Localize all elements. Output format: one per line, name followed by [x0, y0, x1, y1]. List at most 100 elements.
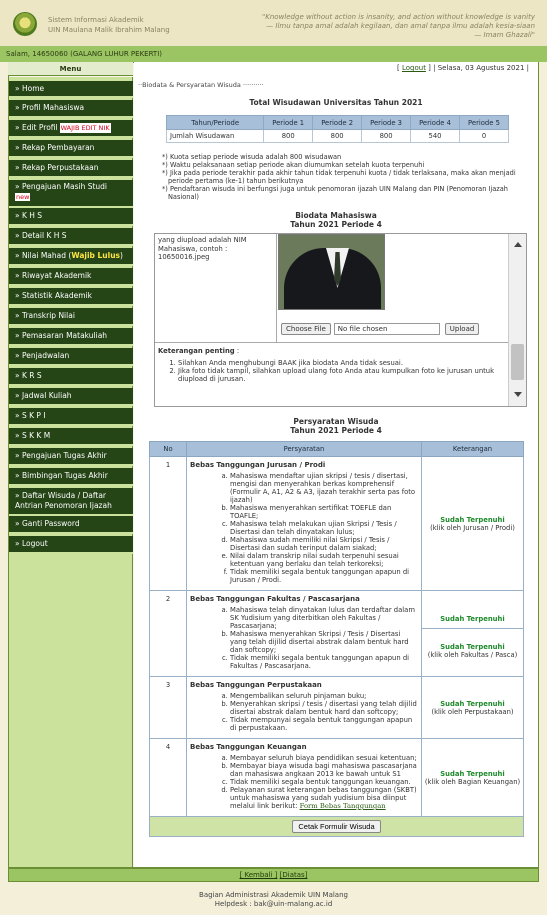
table-cell: 800 [361, 129, 412, 143]
breadcrumb: ··Biodata & Persyaratan Wisuda ·········… [138, 81, 264, 89]
requirement-item: Mengembalikan seluruh pinjaman buku; [230, 692, 417, 700]
top-link[interactable]: [Diatas] [280, 871, 308, 879]
sidebar-item-pengajuan-masih-studi[interactable]: » Pengajuan Masih Studi new [9, 180, 133, 208]
persyaratan-title-line2: Tahun 2021 Periode 4 [290, 426, 382, 435]
sidebar-item-statistik-akademik[interactable]: » Statistik Akademik [9, 288, 133, 306]
logout-link[interactable]: Logout [402, 64, 426, 72]
sidebar-item-home[interactable]: » Home [9, 81, 133, 98]
sidebar-item-penjadwalan[interactable]: » Penjadwalan [9, 348, 133, 366]
sidebar-item-profil-mahasiswa[interactable]: » Profil Mahasiswa [9, 100, 133, 118]
scroll-up-icon[interactable] [514, 242, 522, 247]
sidebar-item-nilai-mahad[interactable]: » Nilai Mahad (Wajib Lulus) [9, 248, 133, 266]
site-name-line2: UIN Maulana Malik Ibrahim Malang [48, 26, 170, 34]
sidebar-item-jadwal-kuliah[interactable]: » Jadwal Kuliah [9, 388, 133, 406]
biodata-scroll-box[interactable]: yang diupload adalah NIM Mahasiswa, cont… [154, 233, 527, 407]
requirement-item: Tidak memiliki segala bentuk tanggungan … [230, 654, 417, 670]
keterangan-item: Jika foto tidak tampil, silahkan upload … [178, 367, 506, 383]
quote-line3: — Imam Ghazali" [474, 31, 535, 39]
status-cell: Sudah Terpenuhi (klik oleh Bagian Keuang… [421, 738, 524, 817]
sidebar-item-pengajuan-tugas-akhir[interactable]: » Pengajuan Tugas Akhir [9, 448, 133, 466]
table-header: Periode 5 [458, 115, 510, 130]
bottom-nav: [ Kembali ] [Diatas] [8, 868, 539, 882]
sidebar-item-suffix: ) [120, 251, 123, 260]
sidebar-item-bimbingan-tugas-akhir[interactable]: » Bimbingan Tugas Akhir [9, 468, 133, 486]
status-cell: Sudah Terpenuhi Sudah Terpenuhi (klik ol… [421, 590, 524, 677]
breadcrumb-label: Biodata & Persyaratan Wisuda [142, 81, 241, 89]
table-header: Periode 4 [410, 115, 460, 130]
sidebar-item-transkrip-nilai[interactable]: » Transkrip Nilai [9, 308, 133, 326]
total-wisudawan-title: Total Wisudawan Universitas Tahun 2021 [249, 98, 423, 107]
sidebar-item-label: » S K P I [15, 411, 46, 420]
table-header: Keterangan [421, 441, 524, 457]
sidebar-item-label: » K H S [15, 211, 43, 220]
sidebar-item-krs[interactable]: » K R S [9, 368, 133, 386]
status-badge: Sudah Terpenuhi [440, 614, 505, 623]
sidebar-item-label: » Home [15, 83, 45, 93]
requirement-item: Mahasiswa menyerahkan sertifikat TOEFLE … [230, 504, 417, 520]
sidebar-item-ganti-password[interactable]: » Ganti Password [9, 516, 133, 534]
table-row: 2 Bebas Tanggungan Fakultas / Pascasarja… [149, 590, 524, 677]
status-badge: Sudah Terpenuhi [440, 769, 505, 778]
sidebar-item-label: » Daftar Wisuda / Daftar Antrian Penomor… [15, 491, 112, 510]
sidebar-item-pemasaran-matakuliah[interactable]: » Pemasaran Matakuliah [9, 328, 133, 346]
photo-instruction: yang diupload adalah NIM Mahasiswa, cont… [158, 236, 247, 261]
quota-notes: *) Kuota setiap periode wisuda adalah 80… [162, 153, 534, 201]
file-name-field: No file chosen [333, 323, 440, 335]
upload-button[interactable]: Upload [444, 323, 480, 335]
sidebar-item-label: » Edit Profil [15, 123, 58, 132]
form-bebas-tanggungan-link[interactable]: Form Bebas Tanggungan [300, 802, 386, 810]
sidebar-item-label: » Logout [15, 539, 48, 548]
requirement-title: Bebas Tanggungan Jurusan / Prodi [190, 461, 326, 469]
header-quote: "Knowledge without action is insanity, a… [235, 13, 535, 40]
table-row: Jumlah Wisudawan 800 800 800 540 0 [165, 129, 510, 143]
sidebar-item-label: » Pengajuan Masih Studi [15, 182, 108, 191]
sidebar-item-riwayat-akademik[interactable]: » Riwayat Akademik [9, 268, 133, 286]
keterangan-penting: Keterangan penting : Silahkan Anda mengh… [158, 347, 506, 383]
uin-logo [13, 12, 37, 36]
requirement-item: Mahasiswa telah melakukan ujian Skripsi … [230, 520, 417, 536]
table-header: Periode 2 [312, 115, 363, 130]
requirement-item: Tidak memiliki segala bentuk tanggungan … [230, 778, 417, 786]
wajib-edit-nik-badge: WAJIB EDIT NIK [59, 123, 111, 133]
status-cell: Sudah Terpenuhi (klik oleh Jurusan / Pro… [421, 456, 524, 591]
requirement-item: Pelayanan surat keterangan bebas tanggun… [230, 786, 417, 810]
sidebar-item-label: » Ganti Password [15, 519, 80, 528]
table-header: Periode 1 [263, 115, 314, 130]
sidebar-item-rekap-perpustakaan[interactable]: » Rekap Perpustakaan [9, 160, 133, 178]
keterangan-colon: : [234, 347, 240, 355]
print-form-button[interactable]: Cetak Formulir Wisuda [292, 820, 381, 833]
site-name: Sistem Informasi Akademik UIN Maulana Ma… [48, 15, 170, 35]
sidebar-item-label: » Rekap Pembayaran [15, 143, 95, 152]
vertical-scrollbar[interactable] [508, 234, 526, 406]
choose-file-button[interactable]: Choose File [281, 323, 331, 335]
site-name-line1: Sistem Informasi Akademik [48, 16, 144, 24]
sidebar-item-daftar-wisuda[interactable]: » Daftar Wisuda / Daftar Antrian Penomor… [9, 488, 133, 516]
requirement-cell: Bebas Tanggungan Fakultas / Pascasarjana… [186, 590, 422, 677]
new-badge: new [15, 193, 31, 201]
status-note: (klik oleh Perpustakaan) [431, 707, 514, 716]
requirement-cell: Bebas Tanggungan Jurusan / Prodi Mahasis… [186, 456, 422, 591]
sidebar-item-skkm[interactable]: » S K K M [9, 428, 133, 446]
requirement-item: Tidak memiliki segala bentuk tanggungan … [230, 568, 417, 584]
status-cell: Sudah Terpenuhi (klik oleh Perpustakaan) [421, 676, 524, 739]
divider [155, 342, 509, 343]
scroll-down-icon[interactable] [514, 392, 522, 397]
sidebar-item-detail-khs[interactable]: » Detail K H S [9, 228, 133, 246]
sidebar-item-logout[interactable]: » Logout [9, 536, 133, 554]
table-cell: 800 [312, 129, 363, 143]
requirement-title: Bebas Tanggungan Fakultas / Pascasarjana [190, 595, 360, 603]
back-link[interactable]: [ Kembali ] [240, 871, 278, 879]
sidebar-item-skpi[interactable]: » S K P I [9, 408, 133, 426]
sidebar-item-edit-profil[interactable]: » Edit Profil WAJIB EDIT NIK [9, 120, 133, 138]
requirement-cell: Bebas Tanggungan Keuangan Membayar selur… [186, 738, 422, 817]
quote-line1: "Knowledge without action is insanity, a… [262, 13, 535, 21]
sidebar-item-label: » Rekap Perpustakaan [15, 163, 99, 172]
sidebar-item-khs[interactable]: » K H S [9, 208, 133, 226]
requirement-item: Mahasiswa menyerahkan Skripsi / Tesis / … [230, 630, 417, 654]
sidebar-item-rekap-pembayaran[interactable]: » Rekap Pembayaran [9, 140, 133, 158]
requirement-item: Nilai dalam transkrip nilai sudah terpen… [230, 552, 417, 568]
biodata-title-line2: Tahun 2021 Periode 4 [290, 220, 382, 229]
scroll-thumb[interactable] [511, 344, 524, 380]
requirement-title: Bebas Tanggungan Keuangan [190, 743, 307, 751]
table-row: 4 Bebas Tanggungan Keuangan Membayar sel… [149, 738, 524, 817]
